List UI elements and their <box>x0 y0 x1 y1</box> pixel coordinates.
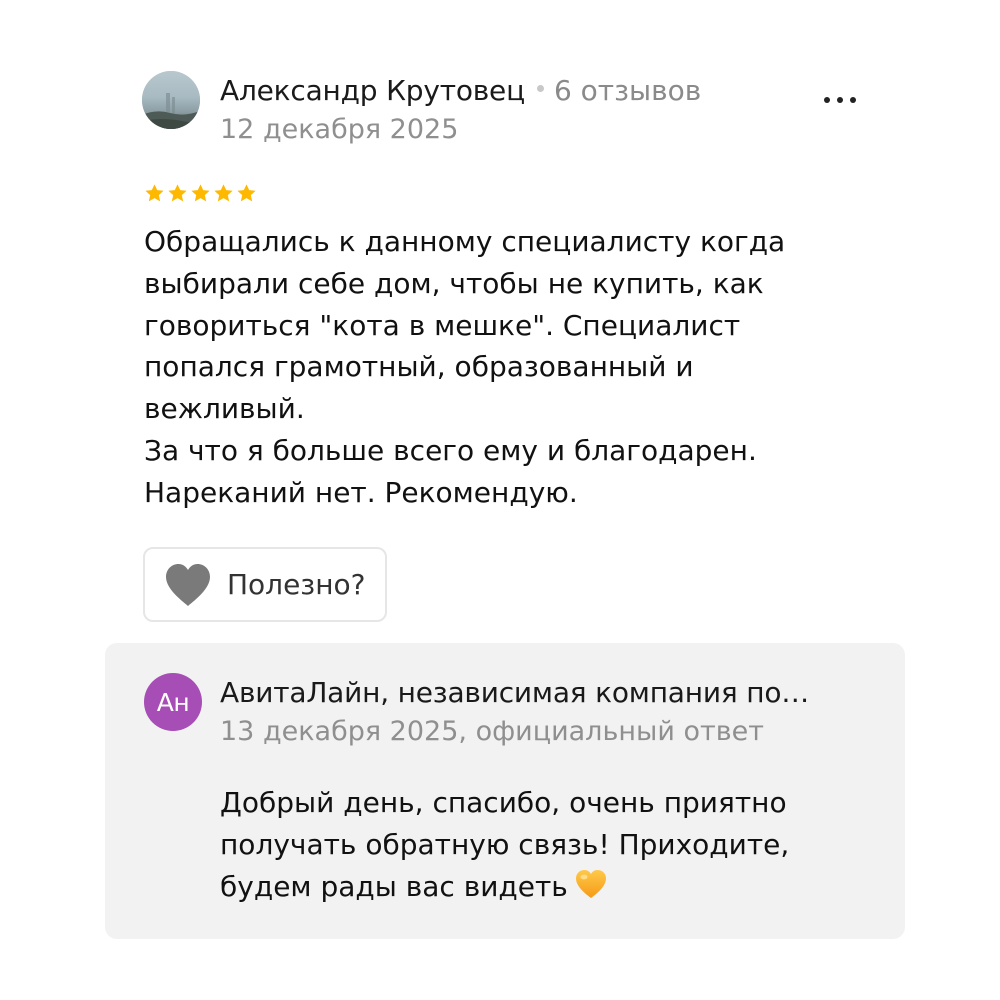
company-name[interactable]: АвитаЛайн, независимая компания по… <box>220 676 809 709</box>
avatar[interactable] <box>142 71 200 129</box>
review-text: Обращались к данному специалисту когда в… <box>144 221 844 514</box>
landscape-photo-icon <box>142 71 200 129</box>
review-date: 12 декабря 2025 <box>220 114 459 145</box>
review-text-line: Нареканий нет. Рекомендую. <box>144 475 578 509</box>
author-reviews-count: 6 отзывов <box>553 74 702 107</box>
review-text-line: выбирали себе дом, чтобы не купить, как <box>144 266 764 300</box>
more-dots-icon <box>850 97 856 103</box>
review-text-line: За что я больше всего ему и благодарен. <box>144 433 757 467</box>
author-name[interactable]: Александр Крутовец <box>220 74 525 107</box>
star-icon <box>213 183 234 204</box>
star-icon <box>167 183 188 204</box>
star-icon <box>236 183 257 204</box>
more-dots-icon <box>837 97 843 103</box>
review-text-line: говориться "кота в мешке". Специалист <box>144 308 741 342</box>
star-icon <box>190 183 211 204</box>
heart-icon <box>163 562 213 608</box>
company-avatar[interactable]: Ан <box>144 673 202 731</box>
separator-dot <box>536 85 544 92</box>
useful-label: Полезно? <box>227 568 366 601</box>
orange-heart-emoji-icon <box>574 868 608 900</box>
reply-text-line: Добрый день, спасибо, очень приятно <box>220 786 787 819</box>
reply-meta: 13 декабря 2025, официальный ответ <box>220 716 764 747</box>
review-text-line: вежливый. <box>144 392 305 426</box>
author-line: Александр Крутовец 6 отзывов <box>220 74 701 110</box>
reply-text-line: будем рады вас видеть <box>220 870 568 903</box>
review-card: Александр Крутовец 6 отзывов 12 декабря … <box>0 0 1000 1000</box>
rating-stars <box>144 183 257 204</box>
useful-button[interactable]: Полезно? <box>143 547 387 622</box>
reply-text-line-last: будем рады вас видеть <box>220 866 789 908</box>
star-icon <box>144 183 165 204</box>
more-dots-icon <box>824 97 830 103</box>
reply-text-line: получать обратную связь! Приходите, <box>220 828 790 861</box>
reply-text: Добрый день, спасибо, очень приятно полу… <box>220 782 789 908</box>
more-options-button[interactable] <box>812 84 868 116</box>
company-reply: Ан АвитаЛайн, независимая компания по… 1… <box>105 643 905 939</box>
review-text-line: Обращались к данному специалисту когда <box>144 225 786 258</box>
review-text-line: попался грамотный, образованный и <box>144 350 694 384</box>
